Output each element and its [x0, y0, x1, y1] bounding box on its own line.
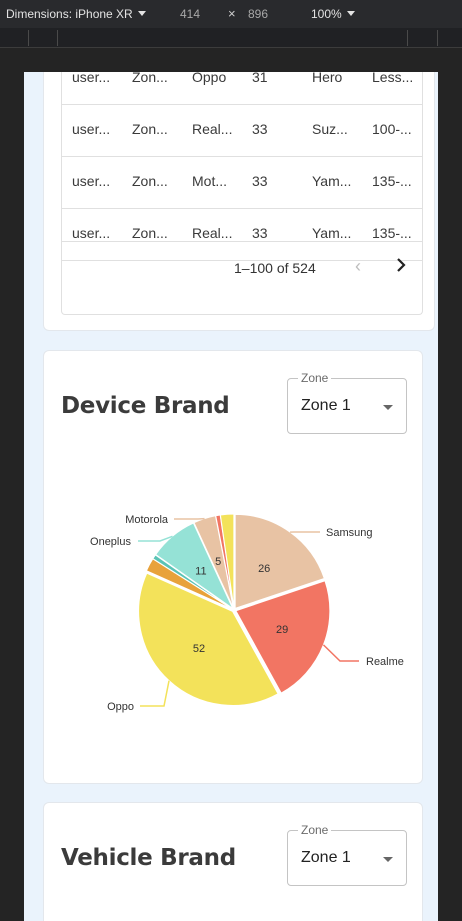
- times-symbol: ×: [228, 6, 236, 21]
- device-dimensions-dropdown[interactable]: Dimensions: iPhone XR: [6, 7, 146, 21]
- table-cell: Yam...: [312, 225, 352, 241]
- zone-select-label: Zone: [298, 823, 332, 837]
- users-table-card: user... Zon... Oppo 31 Hero Less... user... Zon…: [43, 72, 435, 331]
- table-cell: Suz...: [312, 121, 348, 137]
- caret-down-icon: [346, 11, 355, 16]
- vehicle-brand-card: Vehicle Brand Zone Zone 1: [43, 802, 423, 921]
- table-cell: user...: [72, 121, 111, 137]
- table-cell: Zon...: [132, 173, 168, 189]
- table-row[interactable]: user... Zon... Oppo 31 Hero Less...: [62, 72, 422, 105]
- table-cell: Mot...: [192, 173, 228, 189]
- table-row[interactable]: user... Zon... Real... 33 Suz... 100-...: [62, 105, 422, 157]
- ruler-tick: [28, 30, 29, 46]
- table-cell: Zon...: [132, 121, 168, 137]
- table-cell: Oppo: [192, 72, 227, 85]
- table-cell: Real...: [192, 225, 233, 241]
- table-cell: 33: [252, 121, 268, 137]
- table-cell: Zon...: [132, 72, 168, 85]
- devtools-device-toolbar: Dimensions: iPhone XR 414 × 896 100%: [0, 0, 462, 28]
- pie-leader-line: [140, 680, 170, 707]
- zoom-label: 100%: [311, 7, 342, 21]
- ruler-tick: [57, 30, 58, 46]
- pie-data-label: 29: [276, 624, 288, 636]
- pie-category-label: Oneplus: [90, 536, 131, 548]
- pagination-range: 1–100 of 524: [234, 260, 316, 276]
- ruler-tick: [437, 30, 438, 46]
- table-pagination: 1–100 of 524 ‹: [62, 241, 422, 293]
- table-cell: 135-...: [372, 173, 412, 189]
- pie-category-label: Motorola: [125, 514, 169, 526]
- zone-select-value: Zone 1: [301, 849, 351, 866]
- vehicle-zone-select[interactable]: Zone Zone 1: [287, 823, 407, 886]
- data-table: user... Zon... Oppo 31 Hero Less... user... Zon…: [61, 72, 423, 315]
- dropdown-arrow-icon: [383, 857, 393, 862]
- table-cell: 100-...: [372, 121, 412, 137]
- table-row[interactable]: user... Zon... Mot... 33 Yam... 135-...: [62, 157, 422, 209]
- pie-data-label: 5: [215, 556, 221, 568]
- table-cell: 33: [252, 225, 268, 241]
- ruler-tick: [407, 30, 408, 46]
- height-field[interactable]: 896: [248, 7, 268, 21]
- table-cell: user...: [72, 72, 111, 85]
- device-brand-pie-chart: 26 Samsung 29 Realme 52 Oppo 11 Oneplus 5 Motorol…: [90, 513, 404, 713]
- device-brand-card: Device Brand Zone Zone 1 26 Samsung 29 Real…: [43, 350, 423, 784]
- table-cell: user...: [72, 173, 111, 189]
- pie-data-label: 26: [258, 563, 270, 575]
- pie-data-label: 11: [195, 565, 206, 577]
- zoom-dropdown[interactable]: 100%: [311, 7, 355, 21]
- table-cell: user...: [72, 225, 111, 241]
- table-cell: Hero: [312, 72, 343, 85]
- pie-leader-line: [322, 644, 359, 662]
- vehicle-brand-title: Vehicle Brand: [61, 845, 236, 871]
- chevron-left-icon[interactable]: ‹: [355, 256, 361, 277]
- pie-category-label: Samsung: [326, 527, 372, 539]
- device-label: Dimensions: iPhone XR: [6, 7, 133, 21]
- pie-data-label: 52: [193, 643, 205, 655]
- device-viewport: user... Zon... Oppo 31 Hero Less... user... Zon…: [24, 72, 438, 921]
- table-cell: 135-...: [372, 225, 412, 241]
- table-cell: 33: [252, 173, 268, 189]
- pie-category-label: Oppo: [107, 701, 134, 713]
- table-cell: 31: [252, 72, 268, 85]
- width-field[interactable]: 414: [180, 7, 200, 21]
- table-cell: Real...: [192, 121, 233, 137]
- table-cell: Less...: [372, 72, 414, 85]
- table-cell: Yam...: [312, 173, 352, 189]
- devtools-ruler: [0, 28, 462, 48]
- caret-down-icon: [137, 11, 146, 16]
- pie-category-label: Realme: [366, 656, 404, 668]
- chevron-right-icon[interactable]: [395, 256, 407, 277]
- table-cell: Zon...: [132, 225, 168, 241]
